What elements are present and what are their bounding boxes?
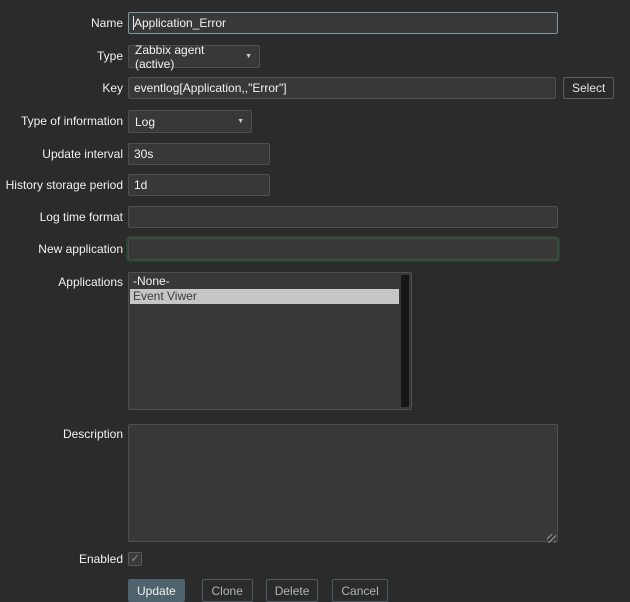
row-enabled: Enabled ✓: [0, 551, 630, 566]
row-log-time-format: Log time format: [0, 206, 630, 228]
row-key: Key Select: [0, 77, 630, 99]
history-storage-period-label: History storage period: [0, 174, 128, 192]
applications-option-none[interactable]: -None-: [130, 274, 399, 289]
text-caret: [133, 16, 134, 30]
checkmark-icon: ✓: [130, 554, 139, 565]
type-of-information-select-value: Log: [135, 115, 155, 129]
row-description: Description: [0, 424, 630, 547]
listbox-scrollbar[interactable]: [401, 275, 409, 407]
name-input-wrap: [128, 12, 558, 34]
actions-spacer: [0, 579, 128, 583]
type-label: Type: [0, 45, 128, 63]
delete-button[interactable]: Delete: [266, 579, 319, 602]
description-textarea[interactable]: [128, 424, 558, 542]
chevron-down-icon: ▼: [245, 53, 252, 60]
type-select[interactable]: Zabbix agent (active) ▼: [128, 45, 260, 68]
new-application-input[interactable]: [128, 238, 558, 260]
row-type: Type Zabbix agent (active) ▼: [0, 45, 630, 68]
row-applications: Applications -None- Event Viwer: [0, 272, 630, 410]
type-of-information-label: Type of information: [0, 110, 128, 128]
name-input[interactable]: [128, 12, 558, 34]
key-select-button[interactable]: Select: [563, 77, 614, 99]
enabled-label: Enabled: [0, 551, 128, 566]
update-interval-input[interactable]: [128, 143, 270, 165]
row-actions: Update Clone Delete Cancel: [0, 579, 630, 602]
cancel-button[interactable]: Cancel: [332, 579, 387, 602]
log-time-format-label: Log time format: [0, 206, 128, 224]
enabled-checkbox[interactable]: ✓: [128, 552, 142, 566]
key-input[interactable]: [128, 77, 556, 99]
key-label: Key: [0, 77, 128, 95]
applications-label: Applications: [0, 272, 128, 289]
applications-option-event-viwer[interactable]: Event Viwer: [130, 289, 399, 304]
row-history-storage-period: History storage period: [0, 174, 630, 196]
row-new-application: New application: [0, 238, 630, 260]
row-name: Name: [0, 12, 630, 34]
row-type-of-information: Type of information Log ▼: [0, 110, 630, 133]
history-storage-period-input[interactable]: [128, 174, 270, 196]
log-time-format-input[interactable]: [128, 206, 558, 228]
item-configuration-form: Name Type Zabbix agent (active) ▼ Key Se…: [0, 0, 630, 602]
applications-listbox[interactable]: -None- Event Viwer: [128, 272, 412, 410]
clone-button[interactable]: Clone: [202, 579, 253, 602]
description-textarea-wrap: [128, 424, 558, 547]
update-button[interactable]: Update: [128, 579, 185, 602]
name-label: Name: [0, 12, 128, 30]
chevron-down-icon: ▼: [237, 118, 244, 125]
update-interval-label: Update interval: [0, 143, 128, 161]
description-label: Description: [0, 424, 128, 441]
row-update-interval: Update interval: [0, 143, 630, 165]
type-select-value: Zabbix agent (active): [135, 43, 245, 71]
new-application-label: New application: [0, 238, 128, 256]
type-of-information-select[interactable]: Log ▼: [128, 110, 252, 133]
